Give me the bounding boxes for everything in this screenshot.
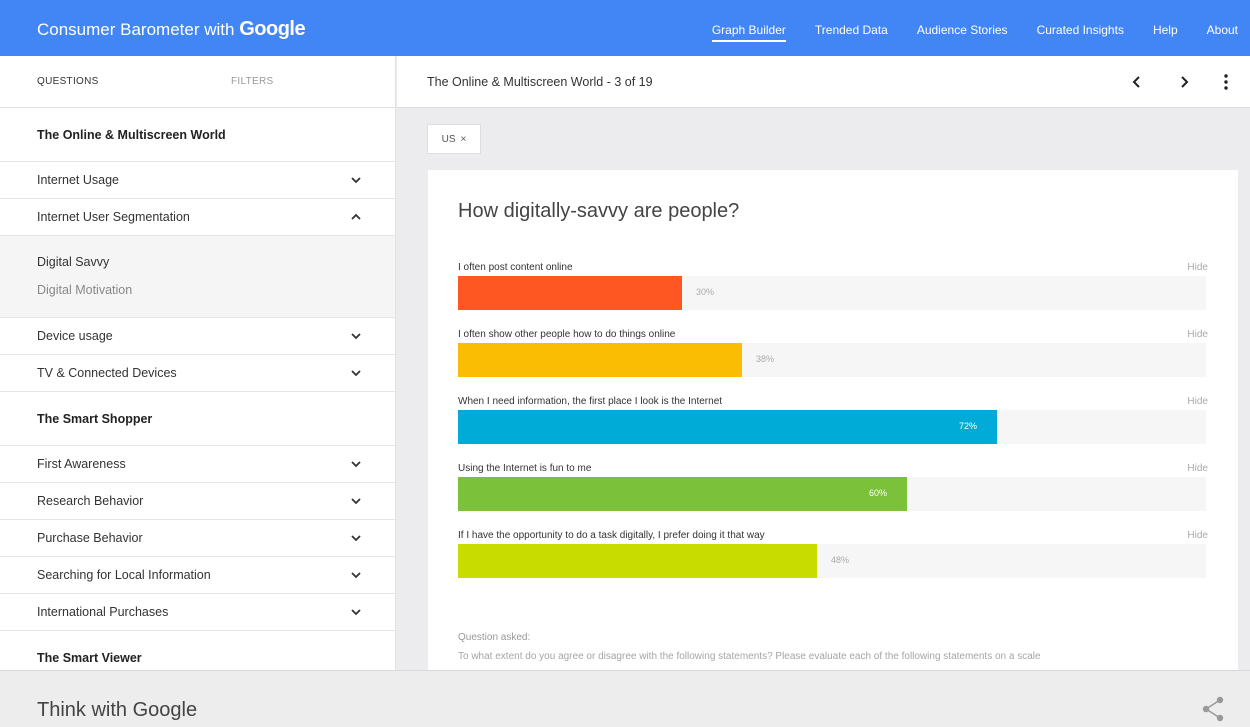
chevron-right-icon[interactable] — [1175, 72, 1193, 92]
question-asked-text: To what extent do you agree or disagree … — [458, 651, 1041, 662]
bar-track: 72% — [458, 410, 1206, 444]
bar-label: Using the Internet is fun to me — [458, 463, 592, 474]
filter-chip-us[interactable]: US × — [427, 124, 481, 154]
sidebar-item-label: Purchase Behavior — [37, 531, 143, 545]
chevron-down-icon — [349, 457, 363, 471]
sidebar-item-label: Research Behavior — [37, 494, 144, 508]
sidebar-subitem-digital-motivation[interactable]: Digital Motivation — [37, 283, 395, 297]
section-smart-viewer[interactable]: The Smart Viewer — [0, 631, 395, 670]
bar-track: 60% — [458, 477, 1206, 511]
page-title: The Online & Multiscreen World - 3 of 19 — [427, 75, 653, 89]
sidebar-item-label: First Awareness — [37, 457, 126, 471]
bar-value-label: 38% — [756, 354, 775, 364]
bar-label: When I need information, the first place… — [458, 396, 723, 407]
bar-track: 48% — [458, 544, 1206, 578]
bar-fill — [458, 343, 742, 377]
top-app-bar: Consumer Barometer with Google Graph Bui… — [0, 0, 1250, 56]
hide-link[interactable]: Hide — [1187, 329, 1208, 340]
tab-questions[interactable]: QUESTIONS — [37, 76, 99, 87]
chevron-down-icon — [349, 605, 363, 619]
bar-fill — [458, 544, 817, 578]
hide-link[interactable]: Hide — [1187, 396, 1208, 407]
footer-brand[interactable]: Think with Google — [37, 699, 197, 722]
sidebar-item-label: Internet User Segmentation — [37, 210, 190, 224]
chart-title: How digitally-savvy are people? — [458, 200, 740, 222]
chevron-up-icon — [349, 210, 363, 224]
chevron-down-icon — [349, 494, 363, 508]
sidebar-item-internet-user-segmentation[interactable]: Internet User Segmentation — [0, 199, 395, 236]
share-icon[interactable] — [1200, 695, 1226, 723]
main-nav: Graph Builder Trended Data Audience Stor… — [683, 0, 1250, 56]
bar-track: 30% — [458, 276, 1206, 310]
sidebar-item-tv-connected-devices[interactable]: TV & Connected Devices — [0, 355, 395, 392]
bar-label: I often show other people how to do thin… — [458, 329, 676, 340]
tab-filters[interactable]: FILTERS — [231, 76, 273, 87]
nav-audience-stories[interactable]: Audience Stories — [917, 0, 1008, 56]
chevron-down-icon — [349, 568, 363, 582]
section-smart-shopper[interactable]: The Smart Shopper — [0, 392, 395, 446]
nav-trended-data[interactable]: Trended Data — [815, 0, 888, 56]
sidebar-item-first-awareness[interactable]: First Awareness — [0, 446, 395, 483]
nav-graph-builder[interactable]: Graph Builder — [711, 0, 786, 56]
chevron-down-icon — [349, 531, 363, 545]
sidebar-tabs: QUESTIONS FILTERS — [0, 56, 395, 108]
chart-card: How digitally-savvy are people? I often … — [428, 170, 1238, 670]
brand-google: Google — [239, 18, 306, 40]
bar-value-label: 60% — [869, 488, 888, 498]
main-header: The Online & Multiscreen World - 3 of 19 — [397, 56, 1250, 108]
chevron-down-icon — [349, 173, 363, 187]
bar-fill — [458, 477, 907, 511]
sidebar-item-label: Internet Usage — [37, 173, 119, 187]
filter-chip-label: US — [441, 133, 456, 145]
hide-link[interactable]: Hide — [1187, 530, 1208, 541]
bar-value-label: 48% — [831, 555, 850, 565]
bar-value-label: 72% — [959, 421, 978, 431]
nav-curated-insights[interactable]: Curated Insights — [1037, 0, 1124, 56]
questions-sidebar: QUESTIONS FILTERS The Online & Multiscre… — [0, 56, 396, 670]
close-icon[interactable]: × — [461, 134, 467, 145]
section-online-multiscreen[interactable]: The Online & Multiscreen World — [0, 108, 395, 162]
bar-fill — [458, 276, 682, 310]
hide-link[interactable]: Hide — [1187, 262, 1208, 273]
chevron-down-icon — [349, 329, 363, 343]
bar-label: If I have the opportunity to do a task d… — [458, 530, 765, 541]
brand-prefix: Consumer Barometer with — [37, 20, 235, 39]
sidebar-item-local-information[interactable]: Searching for Local Information — [0, 557, 395, 594]
nav-about[interactable]: About — [1207, 0, 1238, 56]
chevron-down-icon — [349, 366, 363, 380]
sidebar-item-label: Searching for Local Information — [37, 568, 211, 582]
nav-help[interactable]: Help — [1153, 0, 1178, 56]
sidebar-item-internet-usage[interactable]: Internet Usage — [0, 162, 395, 199]
sidebar-item-purchase-behavior[interactable]: Purchase Behavior — [0, 520, 395, 557]
sidebar-item-label: International Purchases — [37, 605, 169, 619]
sidebar-item-research-behavior[interactable]: Research Behavior — [0, 483, 395, 520]
question-asked-label: Question asked: — [458, 632, 531, 643]
sidebar-item-device-usage[interactable]: Device usage — [0, 318, 395, 355]
sidebar-item-international-purchases[interactable]: International Purchases — [0, 594, 395, 631]
bar-track: 38% — [458, 343, 1206, 377]
bar-value-label: 30% — [696, 287, 715, 297]
sidebar-item-label: TV & Connected Devices — [37, 366, 177, 380]
hide-link[interactable]: Hide — [1187, 463, 1208, 474]
sidebar-subitem-digital-savvy[interactable]: Digital Savvy — [37, 255, 395, 269]
more-vert-icon[interactable] — [1217, 72, 1235, 92]
sidebar-item-label: Device usage — [37, 329, 113, 343]
brand-logo[interactable]: Consumer Barometer with Google — [37, 18, 306, 41]
footer: Think with Google — [0, 670, 1250, 727]
chevron-left-icon[interactable] — [1128, 72, 1146, 92]
bar-label: I often post content online — [458, 262, 573, 273]
sidebar-subitems: Digital Savvy Digital Motivation — [0, 236, 395, 318]
bar-fill — [458, 410, 997, 444]
